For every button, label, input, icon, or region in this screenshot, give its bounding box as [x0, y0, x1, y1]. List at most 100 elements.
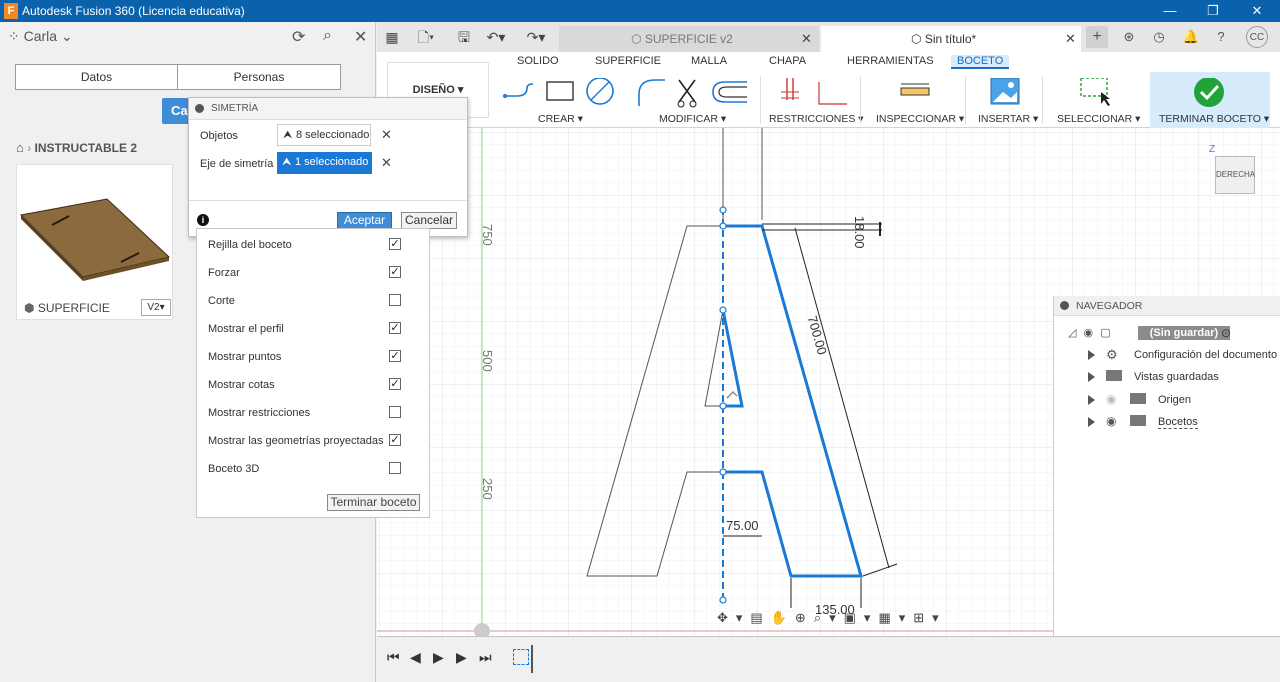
close-panel-icon[interactable]: ✕: [354, 27, 367, 47]
fix-constraint-icon[interactable]: [818, 82, 847, 105]
expand-down-icon[interactable]: ◿: [1068, 327, 1076, 339]
go-to-end-icon[interactable]: ⏭: [479, 649, 492, 666]
navigator-root[interactable]: ◿ ◉ ▢: [1068, 326, 1111, 339]
undo-icon[interactable]: ↶▾: [485, 26, 507, 48]
zoom-window-icon[interactable]: ⌕▾: [814, 610, 844, 625]
circle-tool-icon[interactable]: [586, 78, 614, 105]
tab-personas[interactable]: Personas: [177, 64, 341, 90]
user-menu[interactable]: ⁘ Carla ⌄: [8, 28, 73, 45]
coincident-constraint-icon[interactable]: [781, 78, 799, 100]
avatar[interactable]: CC: [1246, 26, 1268, 48]
breadcrumb[interactable]: ⌂ › INSTRUCTABLE 2: [16, 140, 137, 155]
line-tool-icon[interactable]: [503, 83, 534, 98]
dialog-header[interactable]: SIMETRÍA: [189, 98, 467, 120]
breadcrumb-project[interactable]: INSTRUCTABLE 2: [35, 141, 137, 155]
nav-item-config[interactable]: Configuración del documento: [1134, 349, 1277, 361]
show-profile-checkbox[interactable]: ✓: [389, 322, 401, 334]
tab-solido[interactable]: SOLIDO: [517, 55, 559, 67]
nav-item-saved-views[interactable]: Vistas guardadas: [1134, 371, 1219, 383]
search-icon[interactable]: ⌕: [323, 27, 332, 45]
play-icon[interactable]: ▶: [433, 649, 444, 666]
rectangle-tool-icon[interactable]: [546, 81, 574, 101]
activate-icon[interactable]: ⊙: [1221, 326, 1231, 340]
window-select-icon[interactable]: [1080, 78, 1110, 106]
show-constraints-checkbox[interactable]: [389, 406, 401, 418]
info-icon[interactable]: i: [197, 214, 209, 226]
save-icon[interactable]: 🖫: [453, 26, 475, 48]
collapse-icon[interactable]: [195, 104, 204, 113]
finish-sketch-button[interactable]: Terminar boceto: [327, 494, 420, 511]
step-forward-icon[interactable]: ▶: [456, 649, 467, 666]
redo-icon[interactable]: ↷▾: [525, 26, 547, 48]
close-tab-icon[interactable]: ✕: [1065, 26, 1076, 52]
close-window-button[interactable]: ✕: [1242, 1, 1272, 21]
design-card[interactable]: [16, 164, 173, 320]
clear-axis-icon[interactable]: ✕: [381, 155, 392, 171]
go-to-start-icon[interactable]: ⏮: [387, 649, 400, 666]
timeline-marker[interactable]: [531, 645, 533, 673]
new-tab-icon[interactable]: +: [1086, 26, 1108, 48]
eye-icon[interactable]: ◉: [1106, 414, 1116, 428]
doc-tab-sin-titulo[interactable]: ⬡ Sin título* ✕: [821, 26, 1081, 52]
restore-button[interactable]: ❐: [1198, 1, 1228, 21]
group-inspeccionar[interactable]: INSPECCIONAR ▾: [876, 113, 964, 125]
dim-18[interactable]: 18.00: [852, 216, 867, 249]
version-select[interactable]: V2▾: [141, 299, 171, 316]
group-seleccionar[interactable]: SELECCIONAR ▾: [1057, 113, 1140, 125]
step-back-icon[interactable]: ◀: [410, 649, 421, 666]
expand-icon[interactable]: [1088, 395, 1095, 405]
clear-objects-icon[interactable]: ✕: [381, 127, 392, 143]
group-modificar[interactable]: MODIFICAR ▾: [659, 113, 726, 125]
eye-hidden-icon[interactable]: ◉: [1106, 392, 1116, 406]
expand-icon[interactable]: [1088, 372, 1095, 382]
tab-superficie[interactable]: SUPERFICIE: [595, 55, 661, 67]
navigator-header[interactable]: NAVEGADOR: [1054, 296, 1280, 316]
accept-button[interactable]: Aceptar: [337, 212, 392, 229]
dim-75[interactable]: 75.00: [726, 518, 759, 533]
display-settings-icon[interactable]: ▣▾: [844, 610, 879, 625]
pan-icon[interactable]: ✋: [771, 610, 795, 625]
notifications-icon[interactable]: 🔔: [1180, 26, 1202, 48]
trim-tool-icon[interactable]: [677, 79, 697, 108]
help-icon[interactable]: ?: [1210, 26, 1232, 48]
tab-datos[interactable]: Datos: [15, 64, 178, 90]
eye-icon[interactable]: ◉: [1084, 327, 1094, 339]
collapse-icon[interactable]: [1060, 301, 1069, 310]
zoom-icon[interactable]: ⊕: [795, 610, 814, 625]
cancel-button[interactable]: Cancelar: [401, 212, 457, 229]
grid-settings-icon[interactable]: ▦▾: [878, 610, 913, 625]
group-insertar[interactable]: INSERTAR ▾: [978, 113, 1038, 125]
view-cube[interactable]: DERECHA: [1215, 156, 1255, 194]
tab-chapa[interactable]: CHAPA: [769, 55, 806, 67]
group-crear[interactable]: CREAR ▾: [538, 113, 583, 125]
show-projected-checkbox[interactable]: ✓: [389, 434, 401, 446]
doc-tab-superficie[interactable]: ⬡ SUPERFICIE v2 ✕: [559, 26, 819, 52]
timeline-sketch-feature[interactable]: [513, 649, 529, 665]
root-label[interactable]: (Sin guardar): [1138, 326, 1230, 340]
extensions-icon[interactable]: ⊛: [1118, 26, 1140, 48]
job-status-icon[interactable]: ◷: [1148, 26, 1170, 48]
axis-selection[interactable]: ⮝ 1 seleccionado: [277, 152, 372, 174]
orbit-icon[interactable]: ✥▾: [717, 610, 750, 625]
slice-checkbox[interactable]: [389, 294, 401, 306]
refresh-icon[interactable]: ⟳: [292, 27, 305, 47]
fillet-tool-icon[interactable]: [638, 79, 665, 106]
objects-selection[interactable]: ⮝ 8 seleccionado: [277, 124, 371, 146]
look-at-icon[interactable]: ▤: [750, 610, 770, 625]
nav-item-sketches[interactable]: Bocetos: [1158, 416, 1198, 429]
viewports-icon[interactable]: ⊞▾: [913, 610, 946, 625]
expand-icon[interactable]: [1088, 350, 1095, 360]
close-tab-icon[interactable]: ✕: [801, 26, 812, 52]
measure-icon[interactable]: [900, 83, 930, 96]
tab-herramientas[interactable]: HERRAMIENTAS: [847, 55, 934, 67]
group-restricciones[interactable]: RESTRICCIONES ▾: [769, 113, 864, 125]
sketch-3d-checkbox[interactable]: [389, 462, 401, 474]
sketch-grid-checkbox[interactable]: ✓: [389, 238, 401, 250]
offset-tool-icon[interactable]: [712, 81, 747, 103]
home-icon[interactable]: ⌂: [16, 140, 24, 155]
tab-boceto[interactable]: BOCETO: [951, 55, 1010, 69]
show-dimensions-checkbox[interactable]: ✓: [389, 378, 401, 390]
grid-apps-icon[interactable]: ▦: [381, 26, 403, 48]
nav-item-origin[interactable]: Origen: [1158, 394, 1191, 406]
group-terminar-boceto[interactable]: TERMINAR BOCETO ▾: [1159, 113, 1269, 125]
